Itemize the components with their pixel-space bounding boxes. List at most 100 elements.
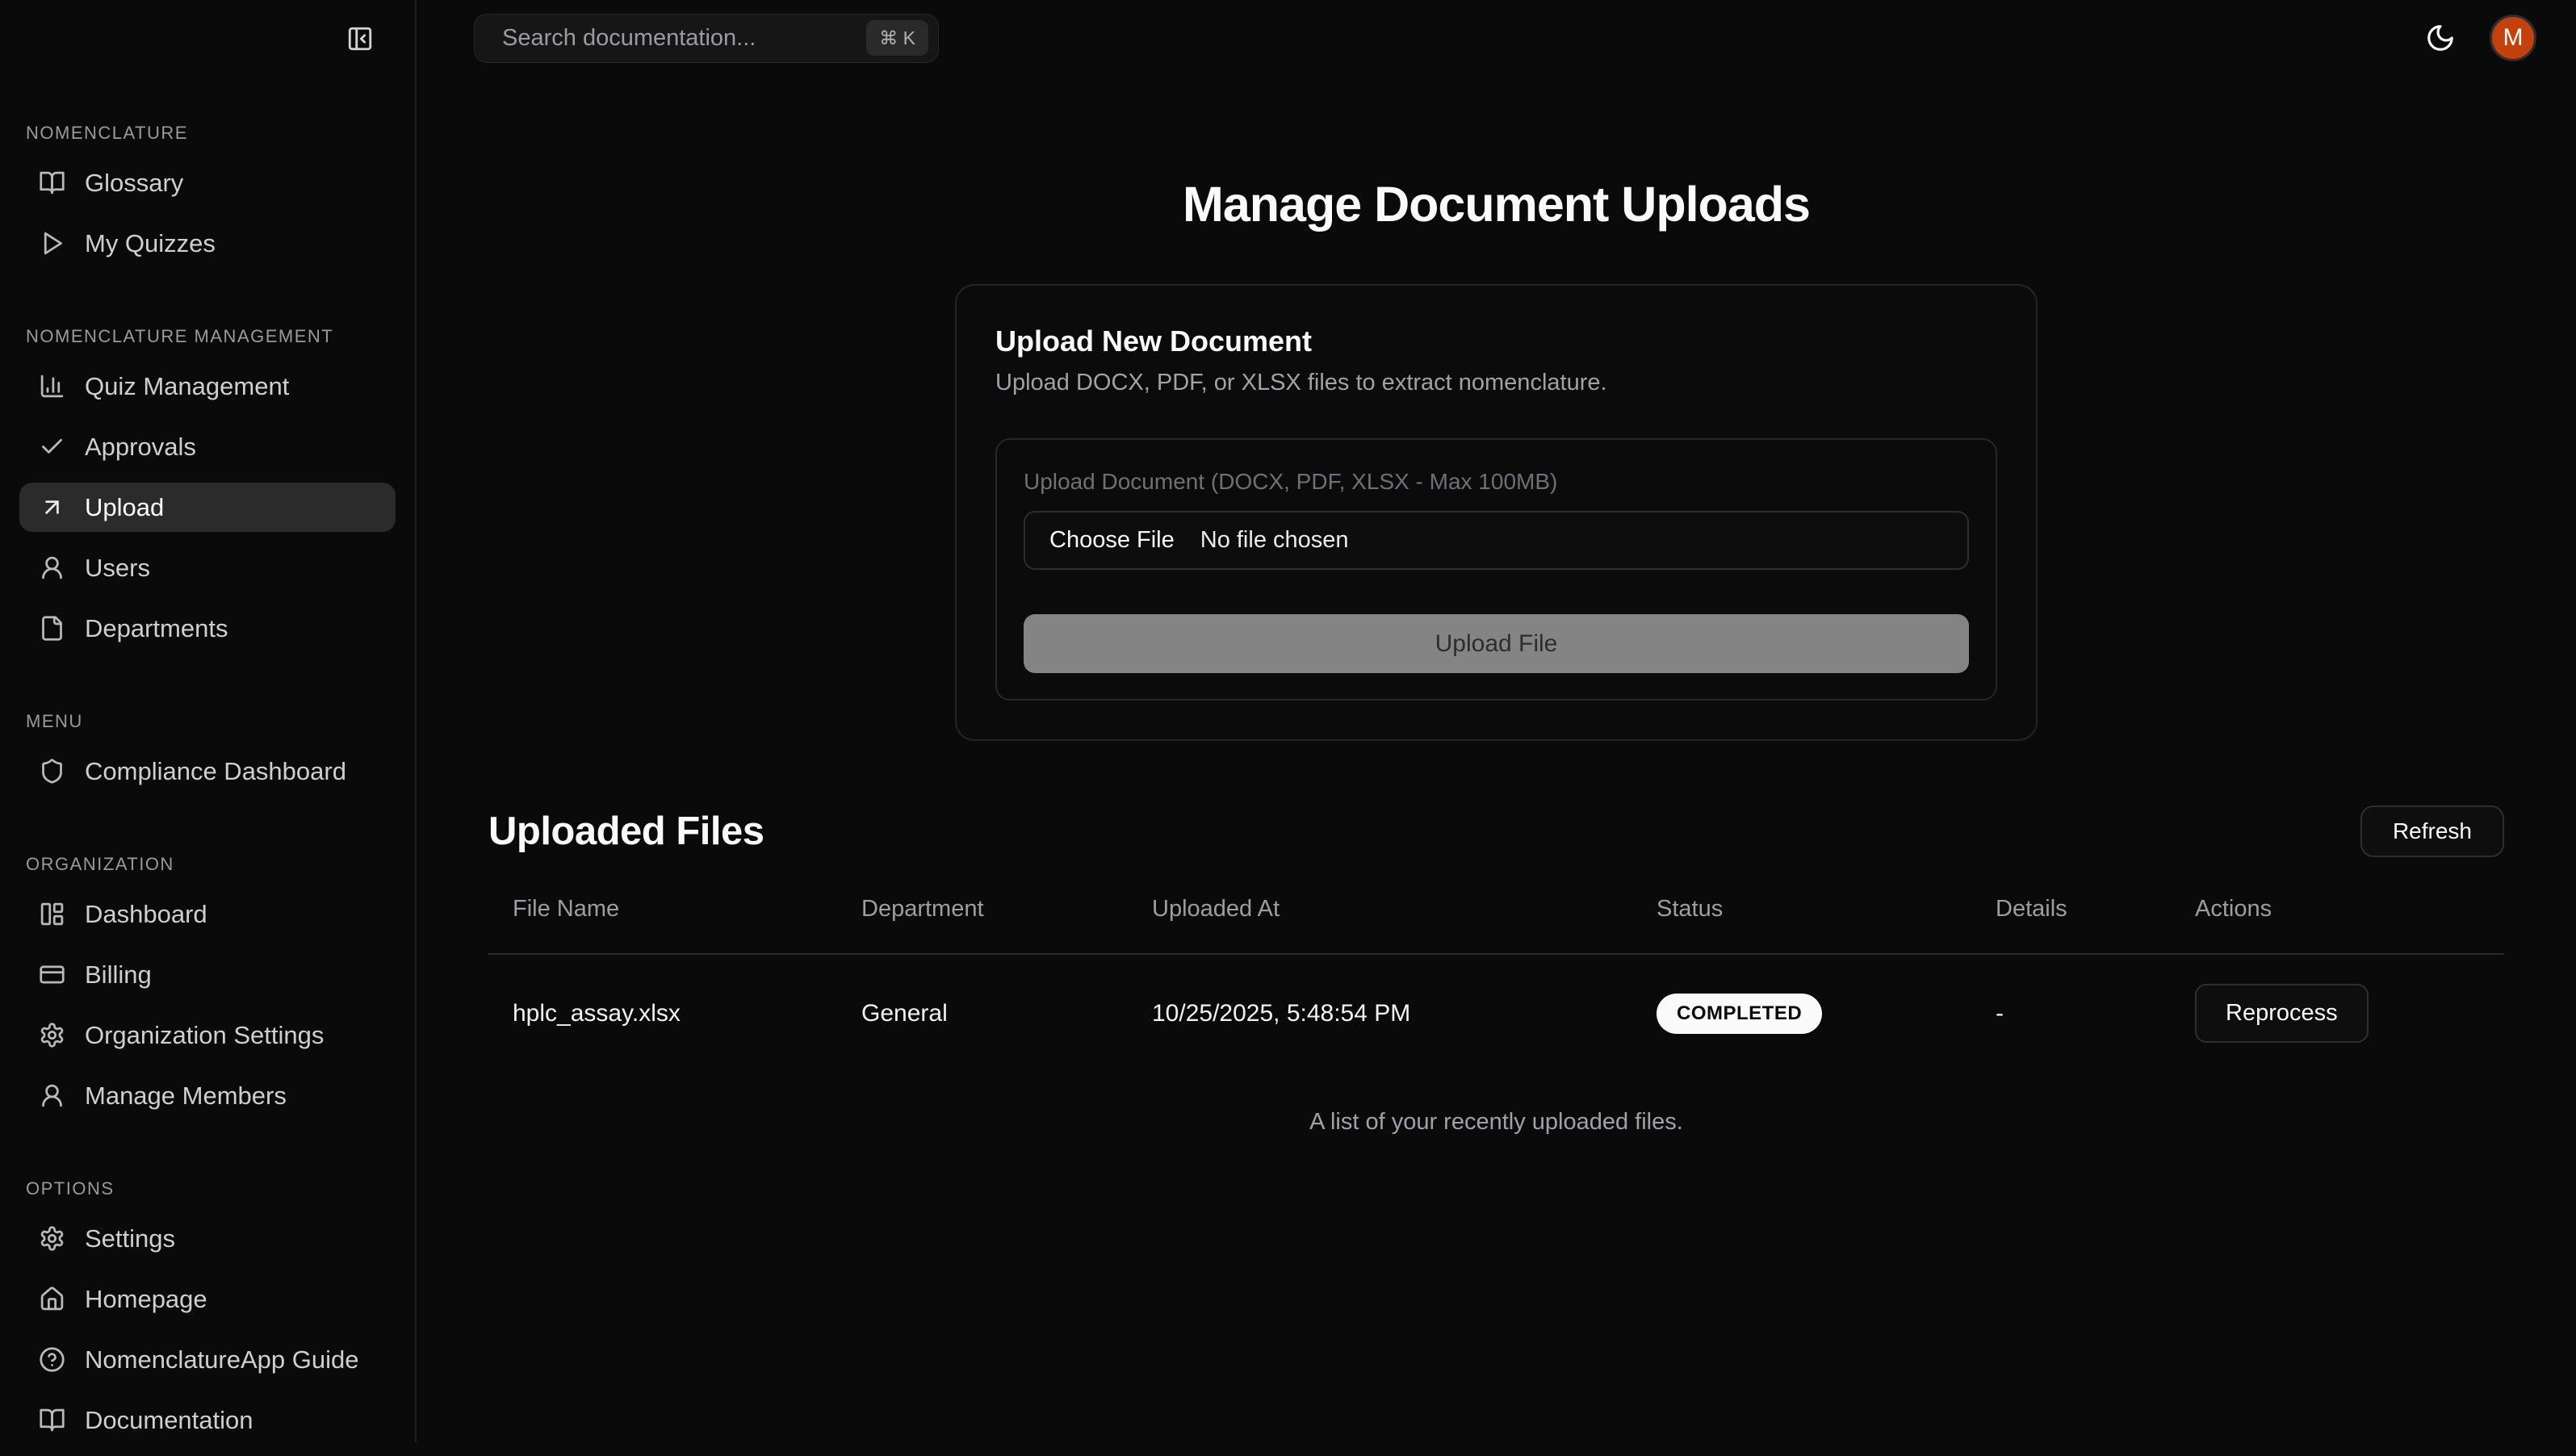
upload-box: Upload Document (DOCX, PDF, XLSX - Max 1… [995, 438, 1997, 701]
file-input[interactable]: Choose File No file chosen [1024, 511, 1969, 570]
section-label-organization: ORGANIZATION [19, 852, 396, 877]
uploaded-files-table: File Name Department Uploaded At Status … [488, 877, 2504, 1072]
sidebar-item-label: Compliance Dashboard [85, 757, 346, 786]
avatar[interactable]: M [2490, 15, 2536, 61]
sidebar-item-quiz-management[interactable]: Quiz Management [19, 362, 396, 411]
topbar: ⌘ K M [417, 0, 2576, 76]
section-label-nomenclature-management: NOMENCLATURE MANAGEMENT [19, 324, 396, 349]
user-icon [39, 554, 65, 581]
sidebar-item-dashboard[interactable]: Dashboard [19, 889, 396, 939]
sidebar-item-label: NomenclatureApp Guide [85, 1345, 358, 1374]
sidebar-item-label: Users [85, 554, 150, 583]
column-header-details: Details [1971, 877, 2171, 954]
table-row: hplc_assay.xlsx General 10/25/2025, 5:48… [488, 954, 2504, 1072]
sidebar-item-settings[interactable]: Settings [19, 1214, 396, 1263]
sidebar-item-label: Homepage [85, 1285, 207, 1314]
sidebar-item-label: My Quizzes [85, 229, 216, 258]
table-header-row: File Name Department Uploaded At Status … [488, 877, 2504, 954]
sidebar-item-label: Organization Settings [85, 1021, 324, 1050]
sidebar-item-manage-members[interactable]: Manage Members [19, 1071, 396, 1120]
refresh-button[interactable]: Refresh [2360, 805, 2504, 857]
reprocess-button[interactable]: Reprocess [2195, 984, 2369, 1043]
cell-department: General [837, 954, 1128, 1072]
sidebar-item-approvals[interactable]: Approvals [19, 422, 396, 471]
sidebar-item-label: Upload [85, 493, 164, 522]
page-title: Manage Document Uploads [417, 176, 2576, 232]
sidebar-section-nomenclature-management: NOMENCLATURE MANAGEMENT Quiz Management … [19, 324, 396, 664]
sidebar-section-organization: ORGANIZATION Dashboard Billing Organizat… [19, 852, 396, 1132]
book-open-icon [39, 169, 65, 196]
chart-column-icon [39, 373, 65, 400]
search-bar[interactable]: ⌘ K [474, 14, 939, 63]
uploaded-files-header: Uploaded Files Refresh [488, 805, 2504, 857]
gear-icon [39, 1022, 65, 1048]
panel-left-close-icon [346, 25, 374, 52]
sidebar-item-upload[interactable]: Upload [19, 483, 396, 532]
cell-details: - [1971, 954, 2171, 1072]
sidebar-section-nomenclature: NOMENCLATURE Glossary My Quizzes [19, 121, 396, 279]
sidebar-item-homepage[interactable]: Homepage [19, 1274, 396, 1324]
sidebar-section-menu: MENU Compliance Dashboard [19, 709, 396, 807]
sidebar-item-my-quizzes[interactable]: My Quizzes [19, 219, 396, 268]
cell-status: COMPLETED [1632, 954, 1971, 1072]
column-header-uploaded-at: Uploaded At [1128, 877, 1632, 954]
sidebar-item-label: Documentation [85, 1406, 253, 1435]
column-header-file-name: File Name [488, 877, 837, 954]
sidebar-section-options: OPTIONS Settings Homepage NomenclatureAp… [19, 1177, 396, 1456]
layout-panel-icon [39, 901, 65, 927]
sidebar-item-documentation[interactable]: Documentation [19, 1395, 396, 1445]
sidebar-item-label: Settings [85, 1224, 175, 1253]
section-label-nomenclature: NOMENCLATURE [19, 121, 396, 145]
sidebar-item-compliance-dashboard[interactable]: Compliance Dashboard [19, 747, 396, 796]
credit-card-icon [39, 961, 65, 988]
user-icon [39, 1082, 65, 1109]
uploaded-files-title: Uploaded Files [488, 809, 764, 854]
book-open-icon [39, 1407, 65, 1433]
arrow-up-right-icon [39, 494, 65, 521]
gear-icon [39, 1225, 65, 1252]
sidebar: NOMENCLATURE Glossary My Quizzes NOMENCL… [0, 0, 417, 1442]
sidebar-item-glossary[interactable]: Glossary [19, 158, 396, 207]
sidebar-nav: NOMENCLATURE Glossary My Quizzes NOMENCL… [0, 0, 415, 1456]
cell-uploaded-at: 10/25/2025, 5:48:54 PM [1128, 954, 1632, 1072]
upload-card: Upload New Document Upload DOCX, PDF, or… [955, 284, 2038, 741]
main-column: ⌘ K M Manage Document Uploads Upload New… [417, 0, 2576, 1442]
sidebar-item-label: Glossary [85, 169, 183, 198]
no-file-chosen-text: No file chosen [1200, 527, 1349, 554]
app-root: NOMENCLATURE Glossary My Quizzes NOMENCL… [0, 0, 2576, 1442]
sidebar-item-billing[interactable]: Billing [19, 950, 396, 999]
sidebar-item-departments[interactable]: Departments [19, 604, 396, 653]
upload-card-subtitle: Upload DOCX, PDF, or XLSX files to extra… [995, 370, 1997, 396]
file-icon [39, 615, 65, 642]
theme-toggle-button[interactable] [2425, 23, 2456, 53]
uploaded-files-section: Uploaded Files Refresh File Name Departm… [488, 805, 2504, 1136]
upload-card-title: Upload New Document [995, 324, 1997, 358]
circle-help-icon [39, 1346, 65, 1373]
column-header-actions: Actions [2171, 877, 2504, 954]
section-label-menu: MENU [19, 709, 396, 734]
upload-field-label: Upload Document (DOCX, PDF, XLSX - Max 1… [1024, 469, 1969, 495]
section-label-options: OPTIONS [19, 1177, 396, 1201]
page-content: Manage Document Uploads Upload New Docum… [417, 76, 2576, 1442]
moon-icon [2425, 23, 2456, 53]
house-icon [39, 1286, 65, 1312]
play-icon [39, 230, 65, 257]
column-header-status: Status [1632, 877, 1971, 954]
search-input[interactable] [502, 25, 866, 52]
cell-actions: Reprocess [2171, 954, 2504, 1072]
topbar-right: M [2425, 15, 2536, 61]
choose-file-button[interactable]: Choose File [1049, 527, 1175, 554]
sidebar-item-label: Departments [85, 614, 228, 643]
check-icon [39, 433, 65, 460]
upload-file-button[interactable]: Upload File [1024, 614, 1969, 673]
keyboard-shortcut-badge: ⌘ K [866, 20, 928, 56]
sidebar-item-label: Dashboard [85, 900, 207, 929]
cell-file-name: hplc_assay.xlsx [488, 954, 837, 1072]
sidebar-item-label: Approvals [85, 433, 196, 462]
sidebar-item-label: Quiz Management [85, 372, 289, 401]
sidebar-item-users[interactable]: Users [19, 543, 396, 592]
sidebar-item-organization-settings[interactable]: Organization Settings [19, 1010, 396, 1060]
sidebar-collapse-button[interactable] [344, 23, 376, 55]
column-header-department: Department [837, 877, 1128, 954]
sidebar-item-nomenclatureapp-guide[interactable]: NomenclatureApp Guide [19, 1335, 396, 1384]
